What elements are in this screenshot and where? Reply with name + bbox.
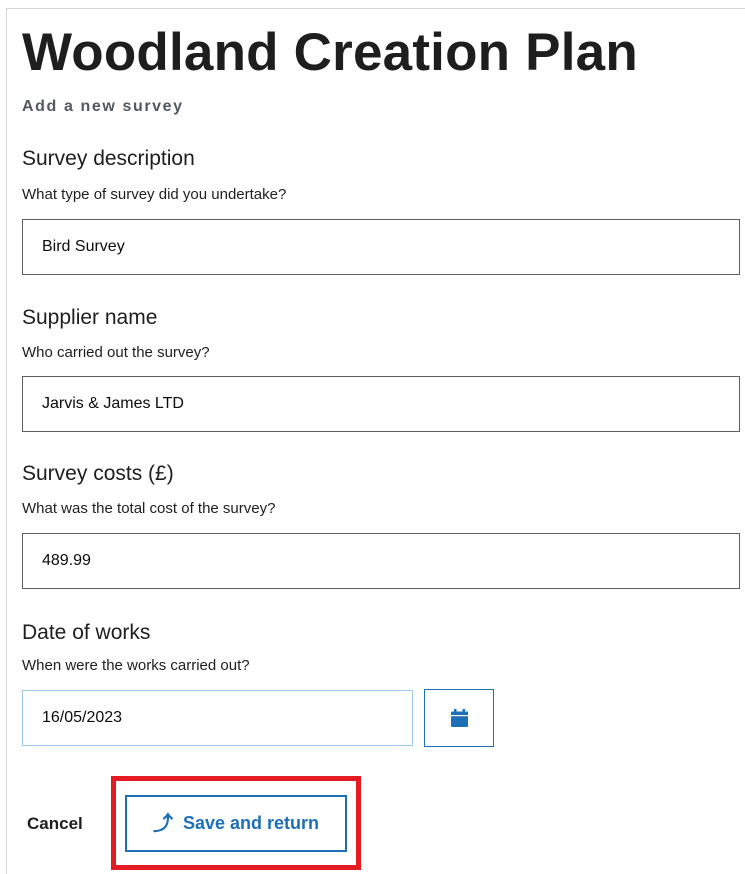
page-title: Woodland Creation Plan	[22, 23, 638, 82]
date-of-works-input[interactable]	[22, 690, 413, 746]
survey-description-hint: What type of survey did you undertake?	[22, 186, 287, 203]
page-caption: Add a new survey	[22, 98, 184, 115]
survey-description-input[interactable]	[22, 219, 740, 275]
survey-costs-input[interactable]	[22, 533, 740, 589]
survey-description-label: Survey description	[22, 147, 195, 170]
upload-arrow-icon: ⤴	[152, 812, 173, 835]
date-of-works-label: Date of works	[22, 621, 151, 644]
save-and-return-button[interactable]: ⤴ Save and return	[125, 795, 347, 852]
page-border-top	[6, 8, 745, 9]
supplier-name-hint: Who carried out the survey?	[22, 344, 210, 361]
survey-costs-label: Survey costs (£)	[22, 462, 174, 485]
save-and-return-label: Save and return	[182, 813, 320, 833]
supplier-name-input[interactable]	[22, 376, 740, 432]
calendar-icon	[450, 709, 468, 727]
date-of-works-hint: When were the works carried out?	[22, 657, 250, 674]
page-border-left	[6, 8, 7, 874]
supplier-name-label: Supplier name	[22, 306, 158, 329]
cancel-link[interactable]: Cancel	[27, 814, 83, 834]
survey-costs-hint: What was the total cost of the survey?	[22, 500, 276, 517]
date-picker-button[interactable]	[424, 689, 494, 747]
